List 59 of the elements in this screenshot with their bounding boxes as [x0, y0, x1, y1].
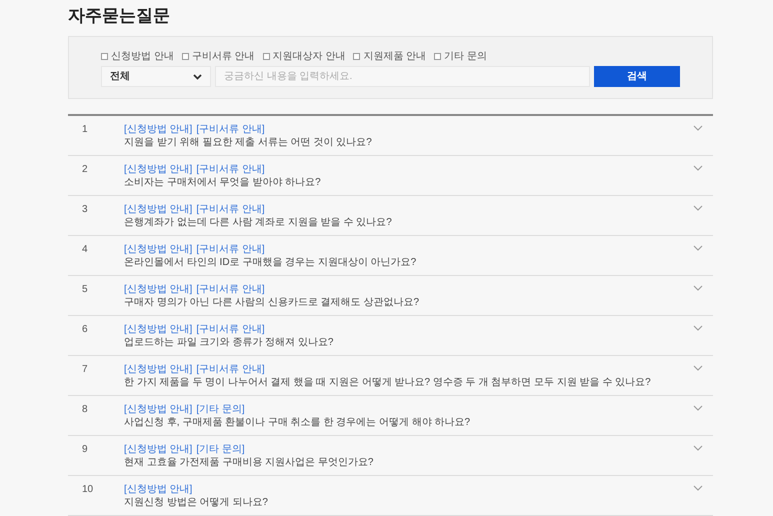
chevron-down-icon[interactable]: [693, 445, 703, 451]
chevron-down-icon[interactable]: [693, 285, 703, 291]
category-select[interactable]: 전체: [101, 66, 211, 87]
category-tag: [구비서류 안내]: [196, 363, 265, 376]
category-tag: [신청방법 안내]: [124, 163, 192, 176]
category-tag: [신청방법 안내]: [124, 323, 192, 336]
chevron-down-icon[interactable]: [693, 125, 703, 131]
filter-checkbox[interactable]: 지원대상자 안내: [262, 49, 346, 64]
chevron-down-icon[interactable]: [693, 365, 703, 371]
chevron-down-icon[interactable]: [693, 205, 703, 211]
chevron-down-icon[interactable]: [693, 405, 703, 411]
faq-question[interactable]: 구매자 명의가 아닌 다른 사람의 신용카드로 결제해도 상관없나요?: [124, 296, 693, 309]
search-button[interactable]: 검색: [594, 66, 680, 87]
category-tag: [구비서류 안내]: [196, 323, 265, 336]
chevron-down-icon[interactable]: [693, 485, 703, 491]
category-tag: [신청방법 안내]: [124, 363, 192, 376]
filter-checkbox[interactable]: 신청방법 안내: [101, 49, 174, 64]
category-tag: [신청방법 안내]: [124, 403, 192, 416]
category-tag: [기타 문의]: [196, 443, 245, 456]
chevron-down-icon: [193, 74, 202, 80]
faq-question[interactable]: 소비자는 구매처에서 무엇을 받아야 하나요?: [124, 176, 693, 189]
search-field[interactable]: 궁금하신 내용을 입력하세요.: [215, 66, 590, 87]
row-number: 2: [81, 163, 89, 177]
faq-question[interactable]: 한 가지 제품을 두 명이 나누어서 결제 했을 때 지원은 어떻게 받나요? 영수증 두 개 첨부하면 모두 지원 받을 수 있나요?: [124, 376, 693, 389]
category-tag: [신청방법 안내]: [124, 443, 192, 456]
category-tag: [신청방법 안내]: [124, 283, 192, 296]
faq-question[interactable]: 지원신청 방법은 어떻게 되나요?: [124, 496, 693, 509]
category-tag: [구비서류 안내]: [196, 123, 265, 136]
category-tag: [구비서류 안내]: [196, 243, 265, 256]
row-number: 9: [81, 443, 89, 457]
category-tag: [신청방법 안내]: [124, 483, 192, 496]
filter-checkbox[interactable]: 지원제품 안내: [353, 49, 426, 64]
category-tag: [구비서류 안내]: [196, 203, 265, 216]
faq-question[interactable]: 지원을 받기 위해 필요한 제출 서류는 어떤 것이 있나요?: [124, 136, 693, 149]
faq-question[interactable]: 사업신청 후, 구매제품 환불이나 구매 취소를 한 경우에는 어떻게 해야 하나요?: [124, 416, 693, 429]
category-tag: [신청방법 안내]: [124, 243, 192, 256]
faq-question[interactable]: 온라인몰에서 타인의 ID로 구매했을 경우는 지원대상이 아닌가요?: [124, 256, 693, 269]
row-number: 10: [81, 483, 94, 497]
faq-question[interactable]: 현재 고효율 가전제품 구매비용 지원사업은 무엇인가요?: [124, 456, 693, 469]
category-tag: [신청방법 안내]: [124, 123, 192, 136]
row-number: 7: [81, 363, 89, 377]
faq-question[interactable]: 업로드하는 파일 크기와 종류가 정해져 있나요?: [124, 336, 693, 349]
category-tag: [구비서류 안내]: [196, 163, 265, 176]
page-title: 자주묻는질문: [68, 5, 171, 27]
chevron-down-icon[interactable]: [693, 165, 703, 171]
filter-checkbox[interactable]: 구비서류 안내: [182, 49, 255, 64]
row-number: 5: [81, 283, 89, 297]
row-number: 3: [81, 203, 89, 217]
chevron-down-icon[interactable]: [693, 325, 703, 331]
row-number: 8: [81, 403, 89, 417]
row-number: 4: [81, 243, 89, 257]
category-tag: [기타 문의]: [196, 403, 245, 416]
row-number: 1: [81, 123, 89, 137]
category-tag: [신청방법 안내]: [124, 203, 192, 216]
row-number: 6: [81, 323, 89, 337]
filter-checkbox[interactable]: 기타 문의: [434, 49, 487, 64]
category-tag: [구비서류 안내]: [196, 283, 265, 296]
faq-question[interactable]: 은행계좌가 없는데 다른 사람 계좌로 지원을 받을 수 있나요?: [124, 216, 693, 229]
chevron-down-icon[interactable]: [693, 245, 703, 251]
